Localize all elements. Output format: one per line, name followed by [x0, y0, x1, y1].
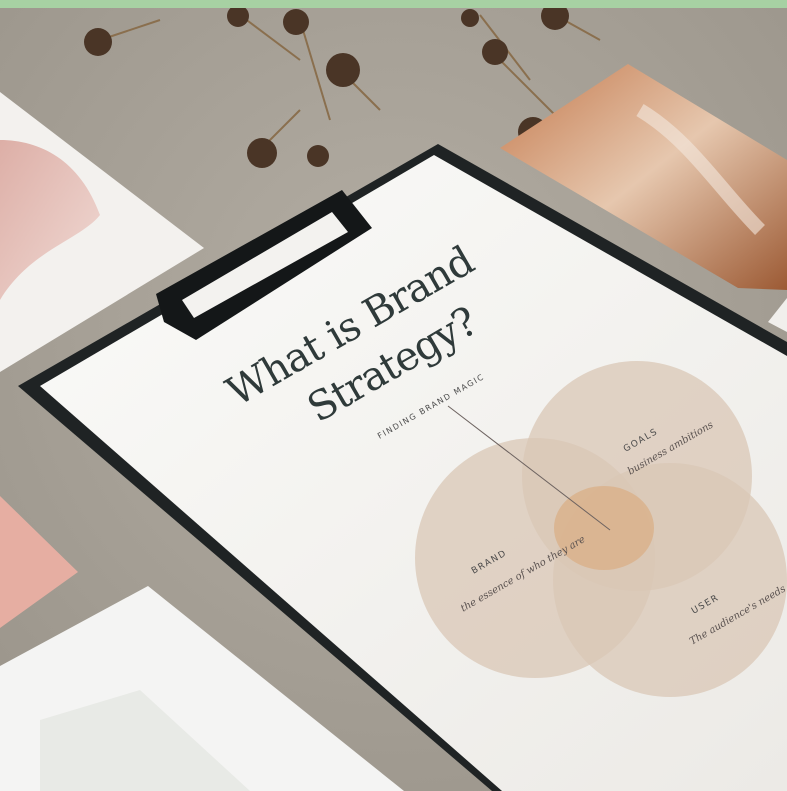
- photo-scene: What is Brand Strategy? FINDING BRAND MA…: [0, 0, 787, 791]
- photo-illustration: [0, 0, 787, 791]
- top-accent-bar: [0, 0, 787, 8]
